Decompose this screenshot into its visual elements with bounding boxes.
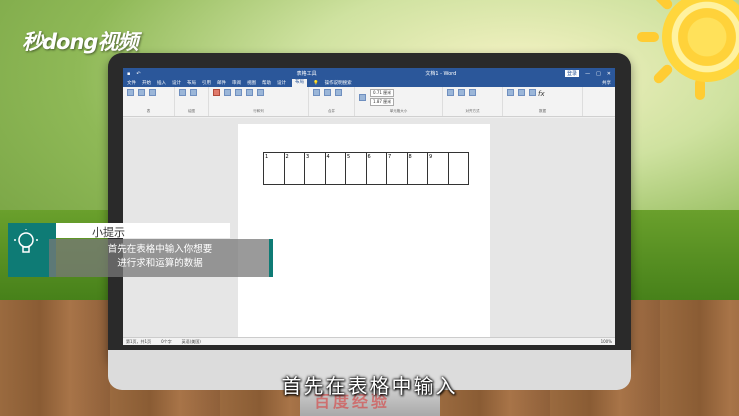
tell-me-search[interactable]: 操作说明搜索 [325, 80, 352, 86]
table-cell[interactable]: 9 [427, 152, 449, 185]
insert-left-icon[interactable] [246, 89, 253, 96]
tab-home[interactable]: 开始 [142, 80, 151, 86]
formula-icon[interactable]: fx [538, 90, 545, 98]
convert-text-icon[interactable] [529, 89, 536, 96]
table-cell[interactable] [447, 152, 469, 185]
table-cell[interactable]: 6 [365, 152, 387, 185]
document-page[interactable]: 1 2 3 4 5 6 7 8 9 [238, 124, 490, 339]
tip-line-1: 首先在表格中输入你想要 [107, 244, 213, 255]
page-count: 第1页，共1页 [126, 338, 152, 344]
group-rows-cols: 行和列 [209, 87, 309, 116]
undo-icon[interactable]: ↶ [136, 71, 140, 77]
insert-right-icon[interactable] [257, 89, 264, 96]
tip-accent [269, 239, 273, 277]
table-cell[interactable]: 2 [283, 152, 305, 185]
group-data: fx 数据 [503, 87, 583, 116]
sun-ray [637, 32, 659, 42]
tip-title: 小提示 [92, 226, 125, 239]
lightbulb-icon [14, 229, 38, 253]
tip-line-2: 进行求和运算的数据 [117, 258, 203, 269]
insert-above-icon[interactable] [224, 89, 231, 96]
table-cell[interactable]: 3 [304, 152, 326, 185]
align-grid-icon[interactable] [447, 89, 454, 96]
sort-icon[interactable] [507, 89, 514, 96]
subtitle-caption: 首先在表格中输入 [281, 374, 458, 398]
close-icon[interactable]: ✕ [607, 71, 611, 77]
tab-references[interactable]: 引用 [202, 80, 211, 86]
tip-title-bar [56, 223, 230, 238]
eraser-icon[interactable] [190, 89, 197, 96]
brand-logo: 秒dong视频 [22, 30, 138, 54]
zoom-level[interactable]: 100% [601, 339, 612, 344]
table-cell[interactable]: 4 [324, 152, 346, 185]
tab-view[interactable]: 视图 [247, 80, 256, 86]
data-table[interactable]: 1 2 3 4 5 6 7 8 9 [263, 152, 469, 185]
title-context: 表格工具 [296, 71, 317, 77]
login-button[interactable]: 登录 [565, 70, 580, 77]
tip-text: 首先在表格中输入你想要 进行求和运算的数据 [60, 243, 260, 271]
group-cell-size: 0.71 厘米 1.87 厘米 单元格大小 [355, 87, 443, 116]
save-icon[interactable]: ▪ [127, 71, 130, 77]
tab-help[interactable]: 帮助 [262, 80, 271, 86]
select-icon[interactable] [127, 89, 134, 96]
insert-below-icon[interactable] [235, 89, 242, 96]
height-field[interactable]: 0.71 厘米 [370, 89, 395, 97]
title-bar: ▪ ↶ 表格工具 文档1 - Word 登录 — □ ✕ [123, 68, 615, 79]
split-table-icon[interactable] [335, 89, 342, 96]
tab-insert[interactable]: 插入 [157, 80, 166, 86]
gridlines-icon[interactable] [138, 89, 145, 96]
maximize-icon[interactable]: □ [596, 71, 601, 77]
ribbon: 表 绘图 行和列 合并 0.71 厘米 1.87 厘米 单元格大小 对齐方式 f… [123, 87, 615, 117]
tab-layout[interactable]: 布局 [187, 80, 196, 86]
ribbon-tabs: 文件 开始 插入 设计 布局 引用 邮件 审阅 视图 帮助 设计 布局 💡 操作… [123, 79, 615, 87]
tab-design[interactable]: 设计 [172, 80, 181, 86]
text-direction-icon[interactable] [458, 89, 465, 96]
group-table: 表 [123, 87, 175, 116]
tab-review[interactable]: 审阅 [232, 80, 241, 86]
group-alignment: 对齐方式 [443, 87, 503, 116]
properties-icon[interactable] [149, 89, 156, 96]
group-draw: 绘图 [175, 87, 209, 116]
width-field[interactable]: 1.87 厘米 [370, 98, 395, 106]
lightbulb-icon: 💡 [313, 80, 319, 86]
table-cell[interactable]: 1 [263, 152, 285, 185]
autofit-icon[interactable] [359, 94, 366, 101]
status-bar: 第1页，共1页 0个字 英语(美国) 100% [123, 337, 615, 345]
group-merge: 合并 [309, 87, 355, 116]
table-cell[interactable]: 7 [386, 152, 408, 185]
tab-table-layout[interactable]: 布局 [292, 79, 307, 87]
cell-margins-icon[interactable] [469, 89, 476, 96]
table-cell[interactable]: 8 [406, 152, 428, 185]
draw-table-icon[interactable] [179, 89, 186, 96]
word-window: ▪ ↶ 表格工具 文档1 - Word 登录 — □ ✕ 文件 开始 插入 设计… [123, 68, 615, 345]
delete-icon[interactable] [213, 89, 220, 96]
repeat-header-icon[interactable] [518, 89, 525, 96]
language-indicator[interactable]: 英语(美国) [182, 339, 201, 345]
minimize-icon[interactable]: — [585, 71, 590, 77]
table-cell[interactable]: 5 [345, 152, 367, 185]
tab-table-design[interactable]: 设计 [277, 80, 286, 86]
share-button[interactable]: 共享 [602, 80, 611, 86]
word-count: 0个字 [161, 338, 172, 344]
doc-title: 文档1 - Word [425, 71, 457, 77]
tab-mailings[interactable]: 邮件 [217, 80, 226, 86]
split-cells-icon[interactable] [324, 89, 331, 96]
merge-cells-icon[interactable] [313, 89, 320, 96]
tab-file[interactable]: 文件 [127, 80, 136, 86]
